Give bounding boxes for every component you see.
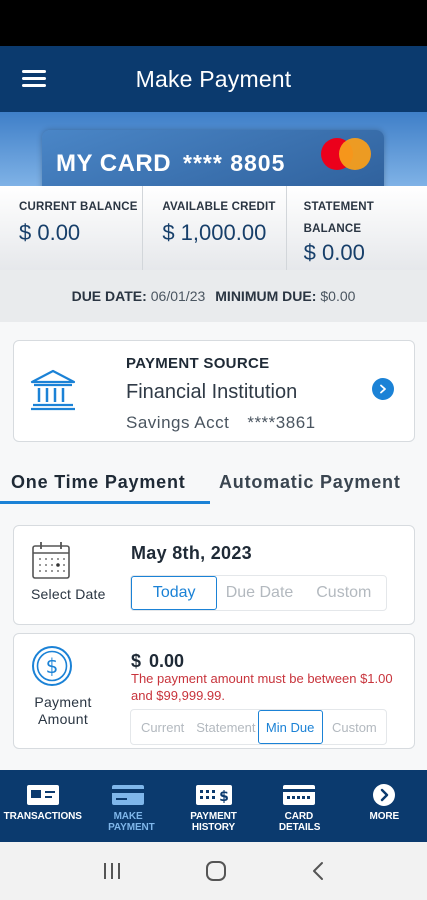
current-balance-label: CURRENT BALANCE — [19, 201, 138, 213]
home-icon[interactable] — [205, 860, 227, 882]
payment-source-title: PAYMENT SOURCE — [126, 355, 270, 372]
hamburger-menu-icon[interactable] — [22, 70, 46, 88]
bank-icon — [30, 369, 76, 411]
payment-amount-input[interactable]: $0.00 — [131, 651, 184, 672]
payment-history-icon: $ — [195, 785, 232, 805]
make-payment-icon — [112, 785, 145, 805]
payment-source-card[interactable]: PAYMENT SOURCE Financial Institution Sav… — [13, 340, 415, 442]
page-title: Make Payment — [135, 65, 292, 92]
currency-symbol: $ — [131, 651, 142, 671]
tab-automatic-payment[interactable]: Automatic Payment — [210, 462, 427, 514]
account-number: ****3861 — [247, 413, 316, 432]
bottom-navigation: TRANSACTIONS MAKE PAYMENT $ PAYMENT HIST… — [0, 770, 427, 842]
card-name: MY CARD — [56, 150, 172, 177]
statement-balance-value: $ 0.00 — [303, 240, 365, 265]
payment-amount-value: 0.00 — [149, 651, 185, 671]
more-icon — [373, 784, 396, 806]
nav-make-payment[interactable]: MAKE PAYMENT — [85, 770, 170, 842]
nav-transactions[interactable]: TRANSACTIONS — [0, 770, 85, 842]
card-number: **** 8805 — [183, 150, 286, 176]
amount-error-message: The payment amount must be between $1.00… — [131, 671, 393, 703]
date-option-today[interactable]: Today — [131, 576, 218, 610]
account-type: Savings Acct — [126, 413, 230, 432]
card-banner: MY CARD **** 8805 — [0, 112, 427, 186]
date-option-due-date[interactable]: Due Date — [217, 576, 301, 610]
available-credit: AVAILABLE CREDIT $ 1,000.00 — [142, 186, 285, 270]
tab-one-time-payment[interactable]: One Time Payment — [0, 462, 210, 514]
minimum-due-value: $0.00 — [320, 288, 356, 304]
credit-card-image: MY CARD **** 8805 — [42, 130, 384, 186]
amount-option-statement[interactable]: Statement — [194, 710, 257, 744]
system-navigation-bar — [0, 842, 427, 900]
svg-text:$: $ — [46, 654, 59, 678]
nav-more-label: MORE — [369, 811, 400, 822]
card-details-icon — [282, 785, 315, 805]
date-option-custom[interactable]: Custom — [302, 576, 386, 610]
payment-amount-label: Payment Amount — [34, 694, 92, 727]
institution-name: Financial Institution — [126, 381, 298, 403]
current-balance: CURRENT BALANCE $ 0.00 — [0, 186, 142, 270]
payment-type-tabs: One Time Payment Automatic Payment — [0, 462, 427, 514]
amount-option-current[interactable]: Current — [131, 710, 194, 744]
amount-option-selector: Current Statement Min Due Custom — [130, 709, 387, 745]
select-date-card: Select Date May 8th, 2023 Today Due Date… — [13, 525, 415, 625]
select-date-label: Select Date — [31, 586, 106, 602]
chevron-right-icon[interactable] — [372, 378, 394, 400]
date-option-selector: Today Due Date Custom — [130, 575, 387, 611]
available-credit-value: $ 1,000.00 — [162, 220, 267, 245]
balance-summary: CURRENT BALANCE $ 0.00 AVAILABLE CREDIT … — [0, 186, 427, 270]
recent-apps-icon[interactable] — [102, 862, 122, 880]
mastercard-logo-icon — [321, 138, 373, 170]
dollar-icon: $ — [32, 646, 72, 686]
app-header: Make Payment — [0, 46, 427, 112]
account-info: Savings Acct ****3861 — [126, 413, 316, 433]
minimum-due-label: MINIMUM DUE: — [215, 288, 317, 304]
nav-card-details[interactable]: CARD DETAILS — [256, 770, 341, 842]
svg-text:$: $ — [219, 789, 229, 805]
transactions-icon — [26, 785, 59, 805]
nav-payment-history-label: PAYMENT HISTORY — [190, 811, 237, 833]
nav-make-payment-label: MAKE PAYMENT — [108, 811, 155, 833]
nav-transactions-label: TRANSACTIONS — [3, 811, 82, 822]
nav-payment-history[interactable]: $ PAYMENT HISTORY — [171, 770, 256, 842]
selected-date-value: May 8th, 2023 — [131, 543, 252, 563]
statement-balance-label: STATEMENT BALANCE — [303, 201, 375, 235]
nav-more[interactable]: MORE — [342, 770, 427, 842]
due-date-label: DUE DATE: — [71, 288, 147, 304]
nav-card-details-label: CARD DETAILS — [278, 811, 321, 833]
calendar-icon — [32, 542, 70, 579]
statement-balance: STATEMENT BALANCE $ 0.00 — [285, 186, 427, 270]
status-bar — [0, 0, 427, 46]
payment-amount-card: $ Payment Amount $0.00 The payment amoun… — [13, 633, 415, 749]
current-balance-value: $ 0.00 — [19, 220, 81, 245]
due-info: DUE DATE: 06/01/23 MINIMUM DUE: $0.00 — [0, 270, 427, 322]
amount-option-min-due[interactable]: Min Due — [257, 710, 323, 744]
main-content: PAYMENT SOURCE Financial Institution Sav… — [0, 322, 427, 770]
available-credit-label: AVAILABLE CREDIT — [162, 201, 276, 213]
due-date-value: 06/01/23 — [150, 288, 206, 304]
back-icon[interactable] — [310, 861, 326, 881]
amount-option-custom[interactable]: Custom — [323, 710, 386, 744]
